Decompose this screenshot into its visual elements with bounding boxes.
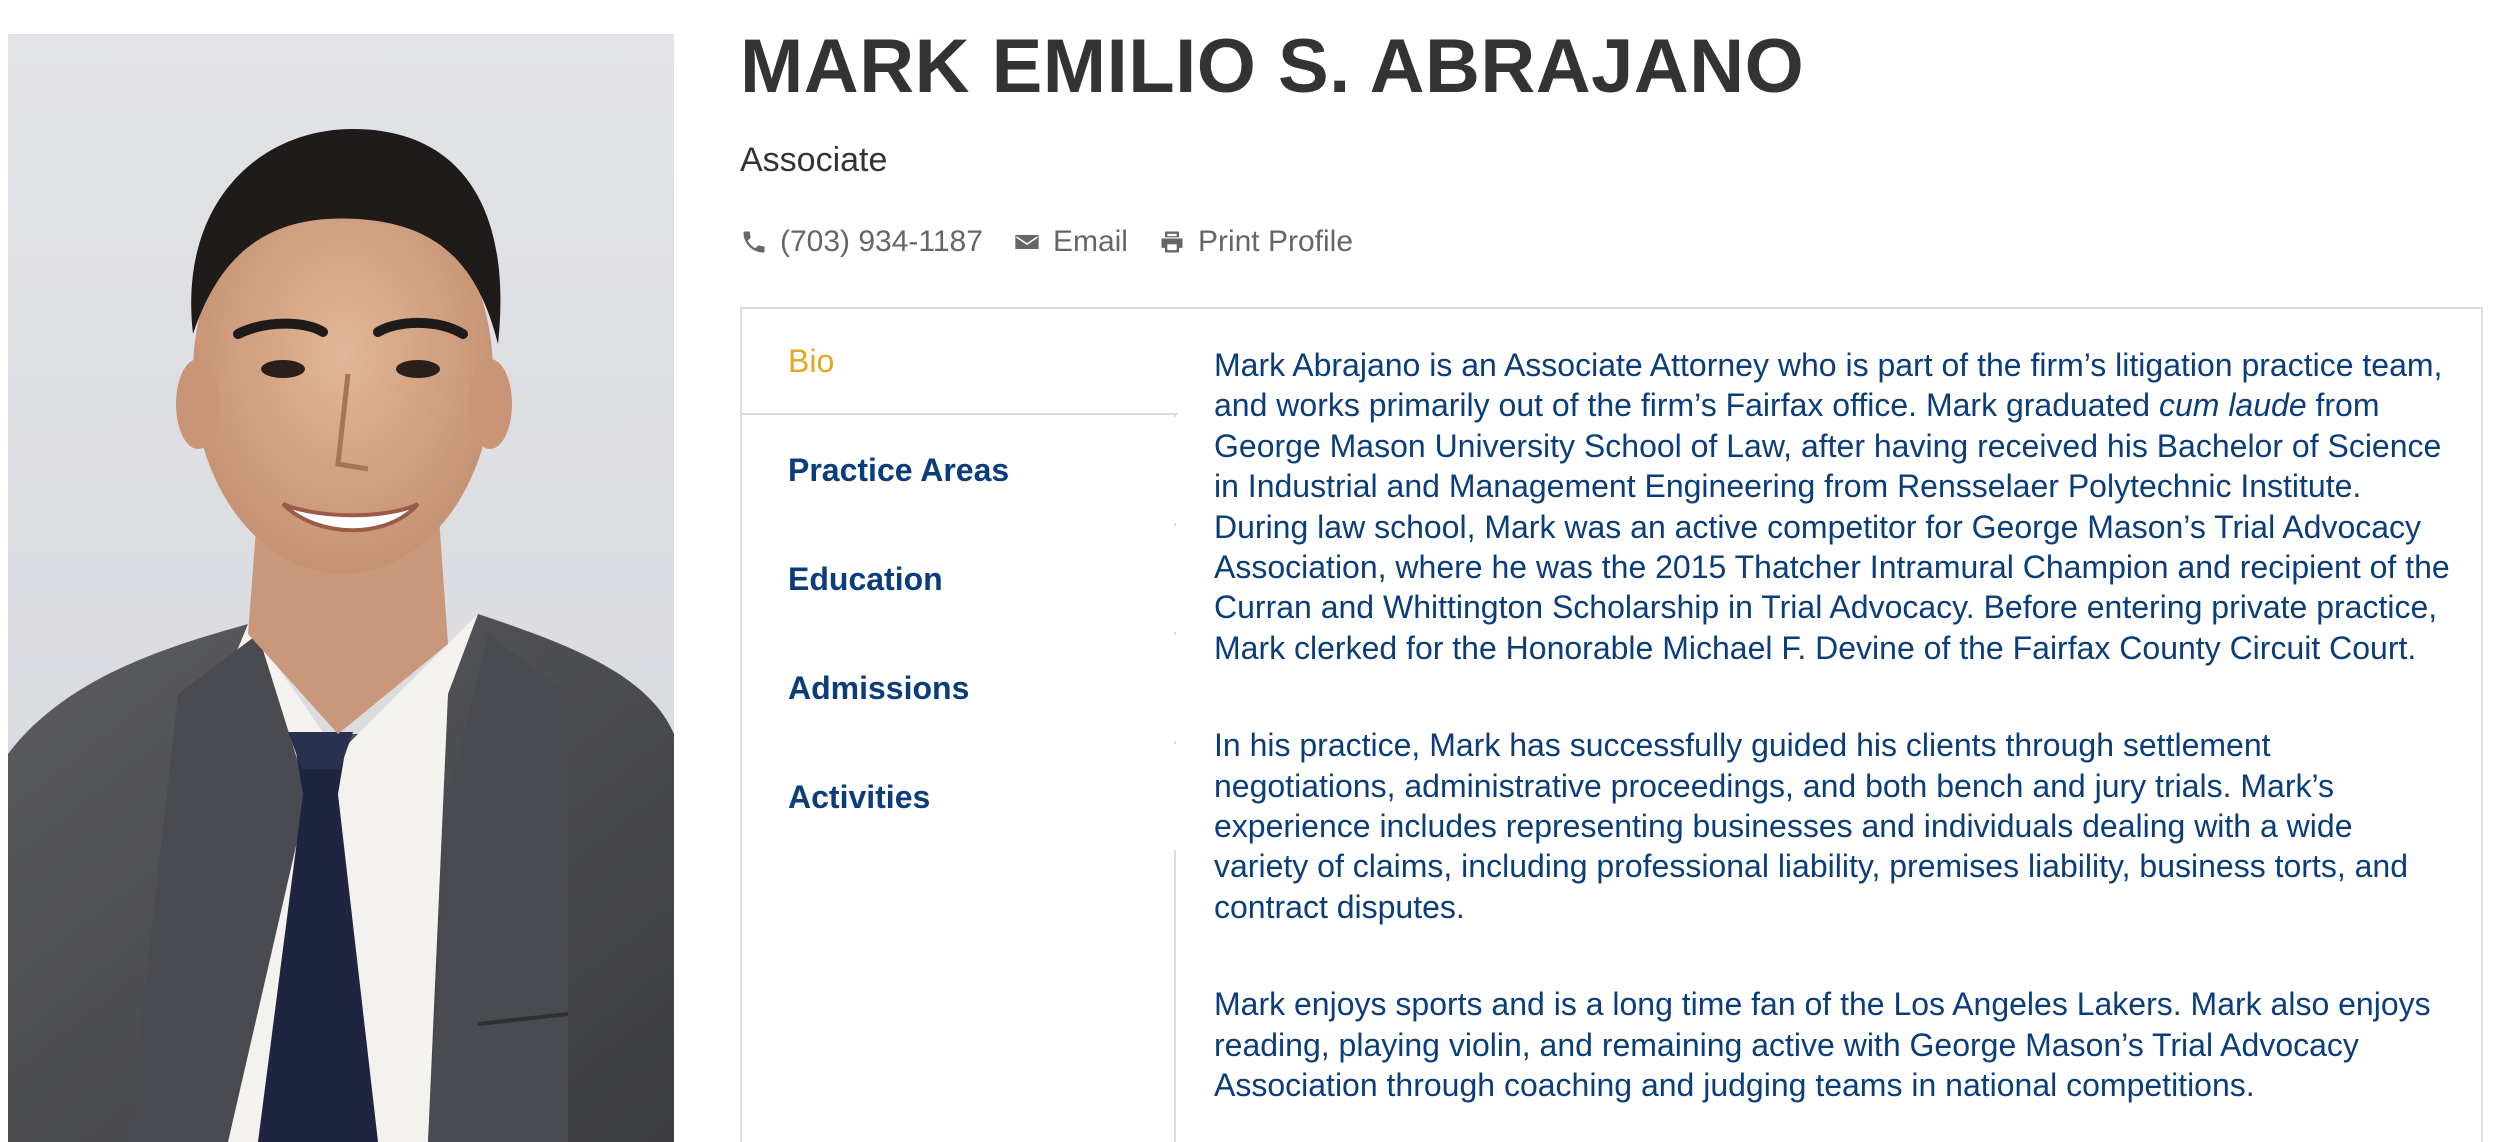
print-profile-link[interactable]: Print Profile: [1158, 225, 1353, 259]
tab-list: Bio Practice Areas Education Admissions …: [742, 309, 1178, 1142]
emphasis-text: cum laude: [2158, 387, 2307, 424]
bio-paragraph-2: In his practice, Mark has successfully g…: [1214, 727, 2408, 925]
envelope-icon: [1013, 228, 1041, 256]
tab-admissions[interactable]: Admissions: [742, 635, 1176, 741]
email-link[interactable]: Email: [1013, 225, 1128, 259]
contact-bar: (703) 934-1187 Email Print Profile: [740, 222, 1383, 262]
profile-photo: [8, 34, 674, 1142]
phone-icon: [740, 228, 768, 256]
bio-paragraph-1: Mark Abrajano is an Associate Attorney w…: [1214, 347, 2450, 666]
tab-education[interactable]: Education: [742, 526, 1176, 632]
email-label: Email: [1052, 225, 1128, 258]
printer-icon: [1158, 228, 1186, 256]
tab-activities[interactable]: Activities: [742, 744, 1176, 850]
bio-paragraph-3: Mark enjoys sports and is a long time fa…: [1214, 986, 2431, 1104]
print-profile-label: Print Profile: [1197, 225, 1354, 258]
bio-content: Mark Abrajano is an Associate Attorney w…: [1214, 345, 2454, 1142]
profile-title: Associate: [740, 141, 888, 179]
tab-bio[interactable]: Bio: [742, 309, 1178, 415]
phone-number: (703) 934-1187: [780, 225, 983, 258]
phone-link[interactable]: (703) 934-1187: [740, 225, 983, 259]
profile-tabs-panel: Bio Practice Areas Education Admissions …: [740, 307, 2483, 1142]
profile-name: MARK EMILIO S. ABRAJANO: [740, 24, 1805, 109]
tab-practice-areas[interactable]: Practice Areas: [742, 417, 1176, 523]
profile-page: MARK EMILIO S. ABRAJANO Associate (703) …: [0, 0, 2500, 1142]
